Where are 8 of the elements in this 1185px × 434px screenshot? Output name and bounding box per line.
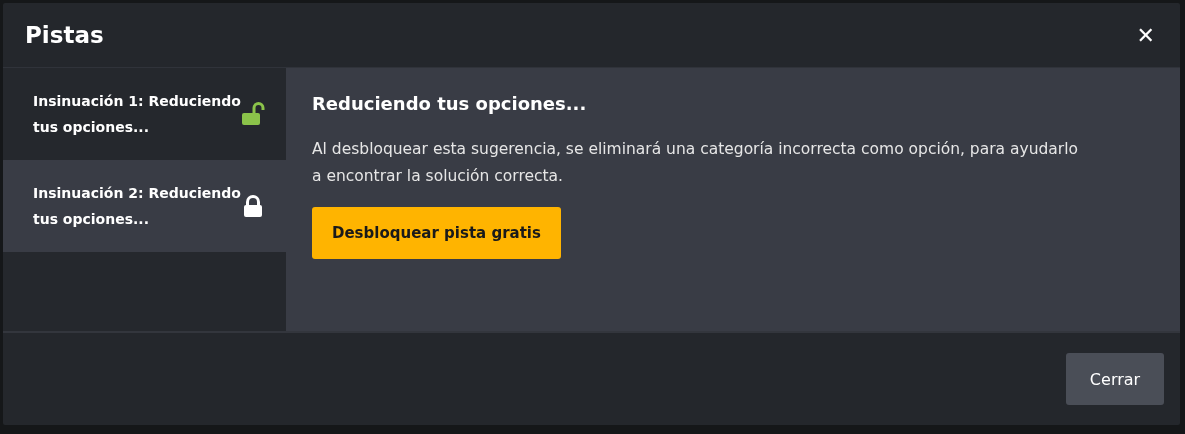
close-dialog-button[interactable]: Cerrar <box>1066 353 1164 405</box>
hint-heading: Reduciendo tus opciones... <box>312 93 588 114</box>
dialog-title: Pistas <box>25 22 104 48</box>
unlock-hint-button[interactable]: Desbloquear pista gratis <box>312 207 561 259</box>
hint-item[interactable]: Insinuación 1: Reduciendo tus opciones... <box>3 68 286 160</box>
close-button[interactable]: ✕ <box>1132 22 1159 48</box>
hint-description: Al desbloquear esta sugerencia, se eliminará una categoría incorrecta como opción, para ayudarlo a encontrar la solución correcta. <box>312 139 1079 187</box>
hint-item[interactable]: Insinuación 2: Reduciendo tus opciones... <box>3 160 286 252</box>
